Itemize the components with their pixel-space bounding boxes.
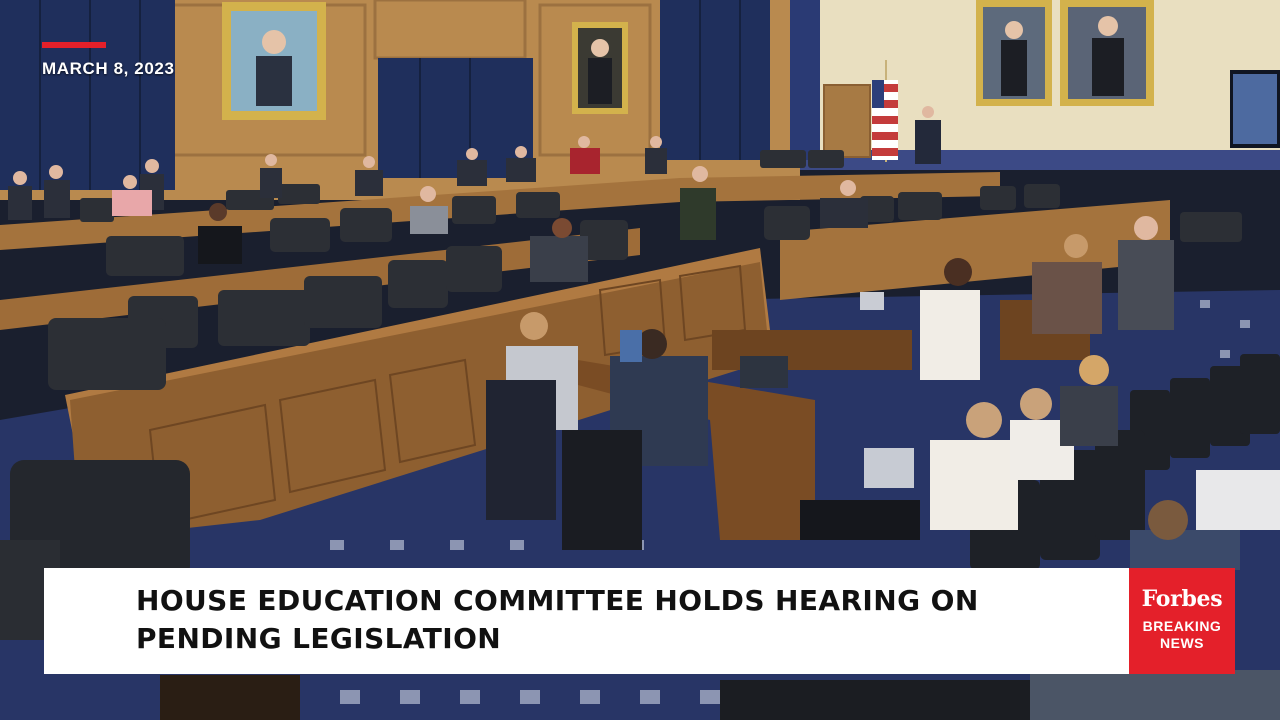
video-frame: MARCH 8, 2023 HOUSE EDUCATION COMMITTEE … — [0, 0, 1280, 720]
portrait-left — [222, 2, 326, 120]
portrait-right-2 — [1060, 0, 1154, 106]
breaking-label: BREAKING — [1142, 618, 1222, 634]
curtain-right — [660, 0, 770, 160]
headline-line-2: PENDING LEGISLATION — [136, 622, 502, 655]
american-flag — [872, 80, 898, 160]
portrait-right-1 — [976, 0, 1052, 106]
forbes-wordmark: Forbes — [1141, 586, 1223, 612]
headline-line-1: HOUSE EDUCATION COMMITTEE HOLDS HEARING … — [136, 584, 979, 617]
news-label: NEWS — [1160, 635, 1204, 651]
door — [823, 84, 871, 158]
date-stamp: MARCH 8, 2023 — [42, 42, 175, 79]
forbes-breaking-news-logo: Forbes BREAKING NEWS — [1129, 568, 1235, 674]
date-accent-bar — [42, 42, 106, 48]
portrait-center — [572, 22, 628, 114]
headline-text: HOUSE EDUCATION COMMITTEE HOLDS HEARING … — [136, 582, 1096, 658]
date-text: MARCH 8, 2023 — [42, 59, 175, 78]
headline-banner: HOUSE EDUCATION COMMITTEE HOLDS HEARING … — [44, 568, 1129, 674]
